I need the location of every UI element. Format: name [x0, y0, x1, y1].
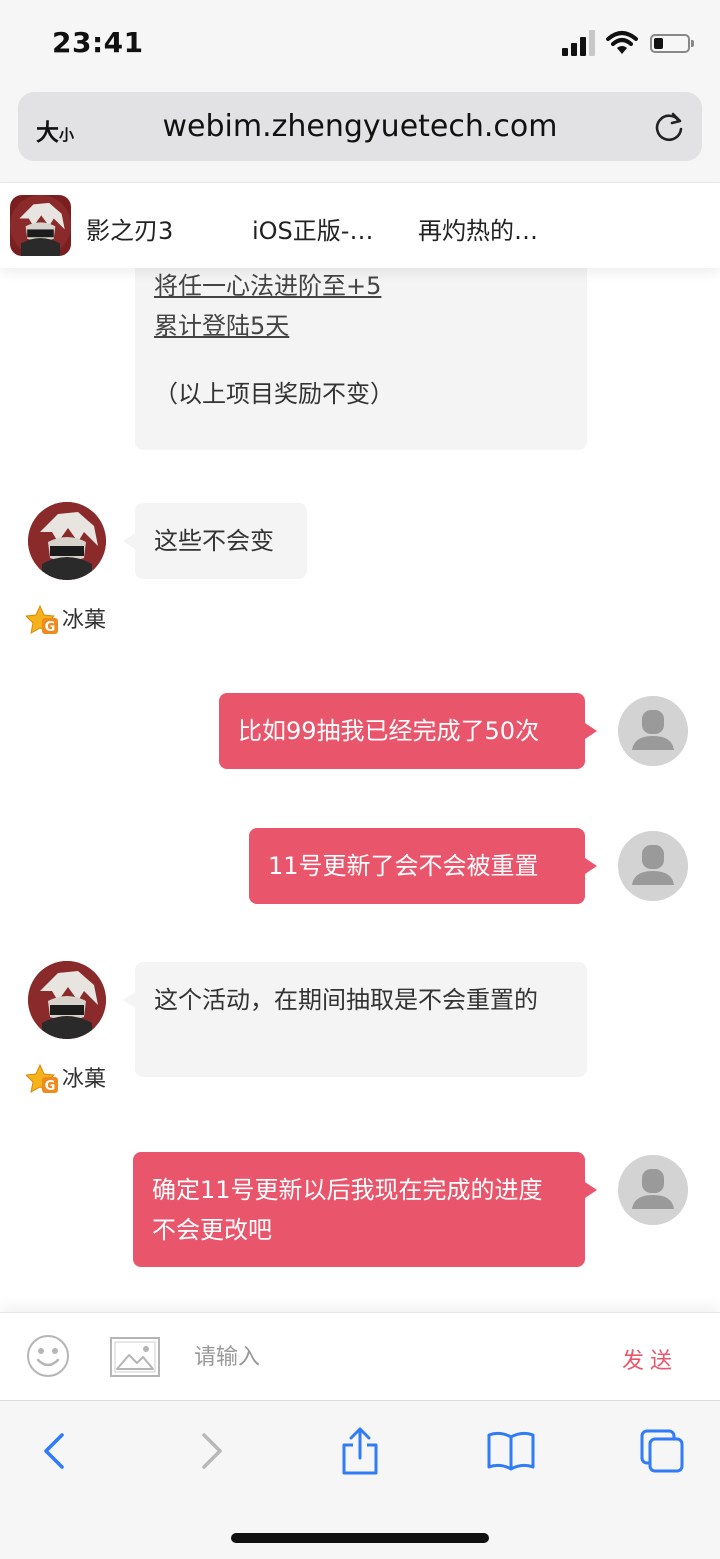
- reload-icon[interactable]: [652, 110, 686, 144]
- address-bar[interactable]: 大小 webim.zhengyuetech.com: [18, 92, 702, 161]
- status-time: 23:41: [52, 26, 144, 59]
- message-text: 这个活动，在期间抽取是不会重置的: [154, 986, 538, 1014]
- chevron-right-icon[interactable]: [186, 1427, 234, 1475]
- browser-toolbar: [0, 1400, 720, 1559]
- home-indicator: [231, 1533, 489, 1543]
- share-icon[interactable]: [336, 1427, 384, 1475]
- header-tag-slogan[interactable]: 再灼热的…: [418, 211, 538, 246]
- message-bubble-incoming: 将任一心法进阶至+5 累计登陆5天 （以上项目奖励不变）: [135, 268, 587, 450]
- battery-icon: [650, 34, 694, 53]
- message-text: （以上项目奖励不变）: [154, 380, 394, 408]
- status-icons: [562, 30, 694, 60]
- wifi-icon: [606, 31, 638, 54]
- message-text: 这些不会变: [154, 527, 274, 555]
- header-game-title[interactable]: 影之刃3: [86, 211, 173, 246]
- message-bubble-incoming: 这个活动，在期间抽取是不会重置的: [123, 962, 587, 1077]
- agent-avatar[interactable]: [28, 502, 106, 580]
- agent-avatar[interactable]: [28, 961, 106, 1039]
- message-text: 累计登陆5天: [154, 312, 290, 340]
- book-icon[interactable]: [486, 1427, 536, 1475]
- user-avatar: [618, 1155, 688, 1225]
- vip-star-badge-icon: [26, 1064, 60, 1096]
- message-composer: 发送: [0, 1312, 720, 1400]
- smiley-face-icon[interactable]: [26, 1334, 70, 1378]
- send-button[interactable]: 发送: [622, 1343, 678, 1375]
- message-bubble-outgoing: 比如99抽我已经完成了50次: [219, 693, 597, 769]
- image-icon[interactable]: [110, 1337, 160, 1377]
- message-text: 将任一心法进阶至+5: [154, 272, 382, 300]
- message-input[interactable]: [194, 1335, 574, 1379]
- browser-chrome: 23:41 大小 webim.zhengyuetech.com: [0, 0, 720, 182]
- message-bubble-outgoing: 11号更新了会不会被重置: [249, 828, 597, 904]
- message-text: 确定11号更新以后我现在完成的进度不会更改吧: [152, 1176, 543, 1244]
- user-avatar: [618, 696, 688, 766]
- agent-nickname: 冰菓: [26, 605, 106, 637]
- tabs-icon[interactable]: [638, 1427, 686, 1475]
- header-tag-ios[interactable]: iOS正版-…: [252, 211, 373, 246]
- person-icon: [618, 831, 688, 901]
- agent-nickname: 冰菓: [26, 1064, 106, 1096]
- vip-star-badge-icon: [26, 605, 60, 637]
- person-icon: [618, 696, 688, 766]
- message-text: 11号更新了会不会被重置: [268, 852, 539, 880]
- url-text[interactable]: webim.zhengyuetech.com: [18, 109, 702, 144]
- chat-message-list[interactable]: 将任一心法进阶至+5 累计登陆5天 （以上项目奖励不变） 这些不会变 冰菓 比如…: [0, 268, 720, 1312]
- message-text: 比如99抽我已经完成了50次: [238, 717, 540, 745]
- chevron-left-icon[interactable]: [32, 1427, 80, 1475]
- message-bubble-outgoing: 确定11号更新以后我现在完成的进度不会更改吧: [133, 1152, 597, 1267]
- game-app-icon[interactable]: [10, 195, 71, 256]
- message-bubble-incoming: 这些不会变: [123, 503, 307, 579]
- person-icon: [618, 1155, 688, 1225]
- page-header: 影之刃3 iOS正版-… 再灼热的…: [0, 182, 720, 268]
- cellular-signal-icon: [562, 30, 596, 56]
- user-avatar: [618, 831, 688, 901]
